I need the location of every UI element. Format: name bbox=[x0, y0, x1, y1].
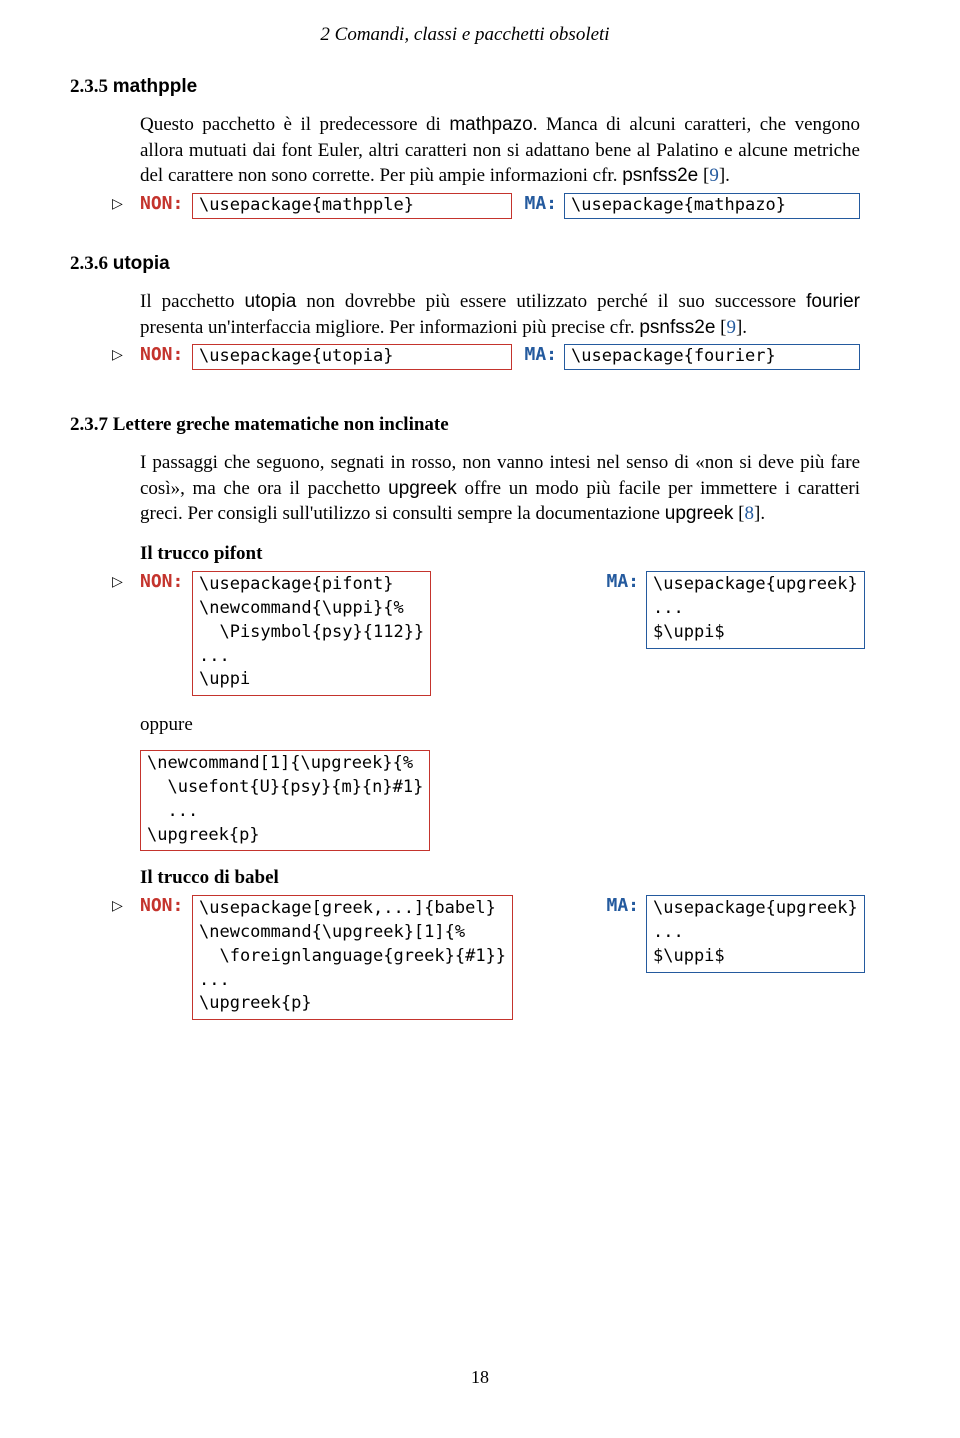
para-236: Il pacchetto utopia non dovrebbe più ess… bbox=[140, 289, 860, 340]
oppure-label: oppure bbox=[140, 714, 860, 736]
heading-num: 2.3.7 bbox=[70, 414, 108, 435]
ma-block-pifont: \usepackage{upgreek} ... $\uppi$ bbox=[646, 571, 865, 648]
non-block-babel: \usepackage[greek,...]{babel} \newcomman… bbox=[192, 895, 513, 1020]
triangle-icon: ▷ bbox=[112, 196, 123, 213]
ma-block-babel: \usepackage{upgreek} ... $\uppi$ bbox=[646, 895, 865, 972]
subheading-pifont: Il trucco pifont bbox=[140, 543, 860, 565]
non-label: NON: bbox=[140, 193, 192, 214]
para-235: Questo pacchetto è il predecessore di ma… bbox=[140, 112, 860, 189]
ma-label: MA: bbox=[594, 895, 646, 916]
para-237: I passaggi che seguono, segnati in rosso… bbox=[140, 450, 860, 527]
non-code-235: \usepackage{mathpple} bbox=[192, 193, 512, 219]
ma-label: MA: bbox=[512, 193, 564, 214]
heading-237: 2.3.7 Lettere greche matematiche non inc… bbox=[70, 414, 860, 436]
heading-num: 2.3.6 bbox=[70, 253, 108, 274]
heading-rest: Lettere greche matematiche non inclinate bbox=[113, 414, 449, 435]
ma-label: MA: bbox=[512, 344, 564, 365]
non-label: NON: bbox=[140, 344, 192, 365]
non-label: NON: bbox=[140, 571, 192, 592]
non-label: NON: bbox=[140, 895, 192, 916]
chapter-header: 2 Comandi, classi e pacchetti obsoleti bbox=[70, 24, 860, 46]
heading-num: 2.3.5 bbox=[70, 76, 108, 97]
ma-code-236: \usepackage{fourier} bbox=[564, 344, 860, 370]
triangle-icon: ▷ bbox=[112, 347, 123, 364]
triangle-icon: ▷ bbox=[112, 574, 123, 591]
heading-235: 2.3.5 mathpple bbox=[70, 76, 860, 98]
ma-code-235: \usepackage{mathpazo} bbox=[564, 193, 860, 219]
heading-pkg: utopia bbox=[113, 253, 170, 274]
page-container: 2 Comandi, classi e pacchetti obsoleti 2… bbox=[0, 0, 960, 1438]
page-number: 18 bbox=[0, 1367, 960, 1388]
heading-pkg: mathpple bbox=[113, 76, 197, 97]
heading-236: 2.3.6 utopia bbox=[70, 253, 860, 275]
triangle-icon: ▷ bbox=[112, 898, 123, 915]
non-code-236: \usepackage{utopia} bbox=[192, 344, 512, 370]
ma-label: MA: bbox=[594, 571, 646, 592]
non-block-alt: \newcommand[1]{\upgreek}{% \usefont{U}{p… bbox=[140, 750, 430, 851]
non-block-pifont: \usepackage{pifont} \newcommand{\uppi}{%… bbox=[192, 571, 431, 696]
subheading-babel: Il trucco di babel bbox=[140, 867, 860, 889]
